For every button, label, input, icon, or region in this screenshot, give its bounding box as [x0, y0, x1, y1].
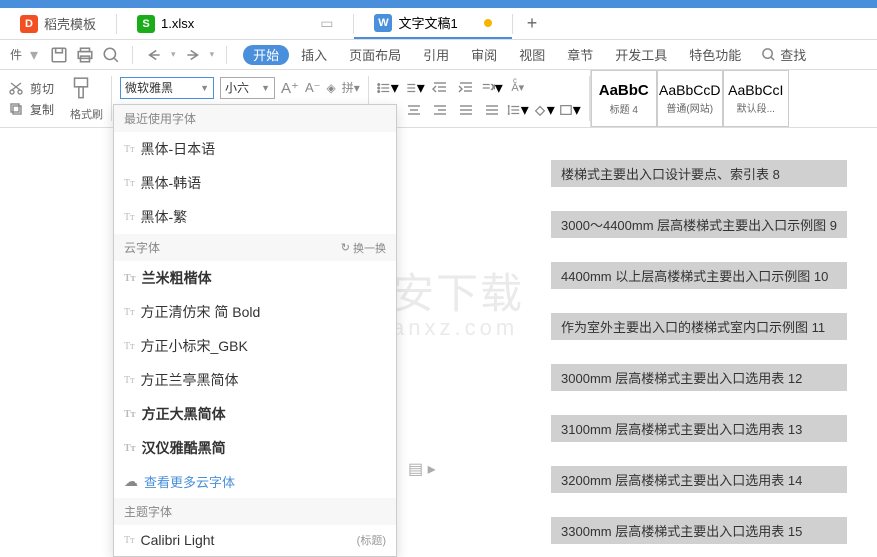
- font-item[interactable]: Tт方正大黑简体: [114, 397, 396, 431]
- file-menu[interactable]: 件: [4, 46, 28, 63]
- line-spacing-icon[interactable]: ▾: [507, 101, 529, 119]
- tab-spreadsheet[interactable]: S 1.xlsx ▭: [117, 8, 353, 39]
- ribbon-tab-insert[interactable]: 插入: [291, 40, 337, 69]
- style-gallery: AaBbC 标题 4 AaBbCcD 普通(网站) AaBbCcI 默认段...: [590, 70, 789, 127]
- font-dropdown-panel: 最近使用字体 Tт黑体-日本语 Tт黑体-韩语 Tт黑体-繁 云字体 ↻ 换一换…: [113, 104, 397, 557]
- doc-line[interactable]: 3000mm 层高楼梯式主要出入口选用表 12: [551, 364, 847, 391]
- tab-label: 1.xlsx: [161, 16, 194, 31]
- document-content: 楼梯式主要出入口设计要点、索引表 8 3000～4400mm 层高楼梯式主要出入…: [551, 160, 847, 544]
- char-combine-icon[interactable]: Aͨ▾: [507, 79, 529, 97]
- clear-format-icon[interactable]: ◈: [327, 81, 336, 95]
- preview-icon[interactable]: [102, 47, 120, 63]
- ribbon-tab-start[interactable]: 开始: [243, 45, 289, 65]
- modified-indicator-icon: [484, 19, 492, 27]
- numbering-icon[interactable]: ▾: [403, 79, 425, 97]
- doc-line[interactable]: 4400mm 以上层高楼梯式主要出入口示例图 10: [551, 262, 847, 289]
- print-icon[interactable]: [76, 47, 94, 63]
- font-item[interactable]: Tт兰米粗楷体: [114, 261, 396, 295]
- font-item[interactable]: Tт汉仪雅酷黑简: [114, 431, 396, 465]
- font-item[interactable]: Tт黑体-繁: [114, 200, 396, 234]
- docer-icon: D: [20, 15, 38, 33]
- style-default-para[interactable]: AaBbCcI 默认段...: [723, 70, 789, 127]
- bullets-icon[interactable]: ▾: [377, 79, 399, 97]
- redo-icon[interactable]: [184, 47, 202, 63]
- doc-line[interactable]: 3300mm 层高楼梯式主要出入口选用表 15: [551, 517, 847, 544]
- distribute-icon[interactable]: [481, 101, 503, 119]
- shading-icon[interactable]: ▾: [533, 101, 555, 119]
- copy-button[interactable]: 复制: [8, 101, 54, 118]
- undo-icon[interactable]: [145, 47, 163, 63]
- outdent-icon[interactable]: [429, 79, 451, 97]
- doc-line[interactable]: 作为室外主要出入口的楼梯式室内口示例图 11: [551, 313, 847, 340]
- style-normal-web[interactable]: AaBbCcD 普通(网站): [657, 70, 723, 127]
- present-icon[interactable]: ▭: [320, 15, 333, 32]
- swap-cloud-fonts[interactable]: ↻ 换一换: [341, 240, 386, 256]
- more-cloud-fonts[interactable]: ☁查看更多云字体: [114, 465, 396, 498]
- ribbon-tab-review[interactable]: 审阅: [461, 40, 507, 69]
- tab-writer[interactable]: W 文字文稿1: [354, 8, 511, 39]
- save-icon[interactable]: [50, 47, 68, 63]
- phonetic-icon[interactable]: 拼▾: [342, 79, 360, 96]
- doc-line[interactable]: 3100mm 层高楼梯式主要出入口选用表 13: [551, 415, 847, 442]
- ribbon-tab-view[interactable]: 视图: [509, 40, 555, 69]
- decrease-font-icon[interactable]: A⁻: [305, 80, 321, 96]
- theme-fonts-header: 主题字体: [114, 498, 396, 525]
- tab-bar: D 稻壳模板 S 1.xlsx ▭ W 文字文稿1 +: [0, 8, 877, 40]
- cloud-icon: ☁: [124, 473, 138, 490]
- ribbon-tab-chapter[interactable]: 章节: [557, 40, 603, 69]
- font-item[interactable]: Tт方正兰亭黑简体: [114, 363, 396, 397]
- align-justify-icon[interactable]: [455, 101, 477, 119]
- ribbon-tab-layout[interactable]: 页面布局: [339, 40, 411, 69]
- tab-label: 文字文稿1: [398, 13, 457, 32]
- doc-line[interactable]: 3200mm 层高楼梯式主要出入口选用表 14: [551, 466, 847, 493]
- format-painter-button[interactable]: 格式刷: [62, 70, 111, 127]
- doc-line[interactable]: 楼梯式主要出入口设计要点、索引表 8: [551, 160, 847, 187]
- style-heading4[interactable]: AaBbC 标题 4: [591, 70, 657, 127]
- tab-label: 稻壳模板: [44, 14, 96, 33]
- tab-docer[interactable]: D 稻壳模板: [0, 8, 116, 39]
- font-item[interactable]: Tт方正小标宋_GBK: [114, 329, 396, 363]
- align-right-icon[interactable]: [429, 101, 451, 119]
- align-center-icon[interactable]: [403, 101, 425, 119]
- font-size-select[interactable]: 小六▼: [220, 77, 275, 99]
- increase-font-icon[interactable]: A⁺: [281, 79, 299, 97]
- borders-icon[interactable]: ▾: [559, 101, 581, 119]
- indent-icon[interactable]: [455, 79, 477, 97]
- search-button[interactable]: 查找: [753, 45, 814, 64]
- cut-button[interactable]: 剪切: [8, 80, 54, 97]
- new-tab-button[interactable]: +: [513, 13, 552, 34]
- writer-icon: W: [374, 14, 392, 32]
- spreadsheet-icon: S: [137, 15, 155, 33]
- font-item[interactable]: Tт黑体-日本语: [114, 132, 396, 166]
- cloud-fonts-header: 云字体 ↻ 换一换: [114, 234, 396, 261]
- ribbon-tab-special[interactable]: 特色功能: [679, 40, 751, 69]
- search-label: 查找: [780, 45, 806, 64]
- font-item[interactable]: Tт黑体-韩语: [114, 166, 396, 200]
- font-family-select[interactable]: 微软雅黑▼: [120, 77, 214, 99]
- font-item[interactable]: Tт方正清仿宋 简 Bold: [114, 295, 396, 329]
- doc-line[interactable]: 3000～4400mm 层高楼梯式主要出入口示例图 9: [551, 211, 847, 238]
- page-gutter-icon: ▤ ▸: [408, 459, 436, 479]
- recent-fonts-header: 最近使用字体: [114, 105, 396, 132]
- text-direction-icon[interactable]: X▾: [481, 79, 503, 97]
- svg-text:X: X: [491, 84, 494, 91]
- ribbon-tab-dev[interactable]: 开发工具: [605, 40, 677, 69]
- font-item[interactable]: TтCalibri Light(标题): [114, 525, 396, 555]
- ribbon-tabs: 件 ▾ ▾ ▾ 开始 插入 页面布局 引用 审阅 视图 章节 开发工具 特色功能…: [0, 40, 877, 70]
- ribbon-tab-ref[interactable]: 引用: [413, 40, 459, 69]
